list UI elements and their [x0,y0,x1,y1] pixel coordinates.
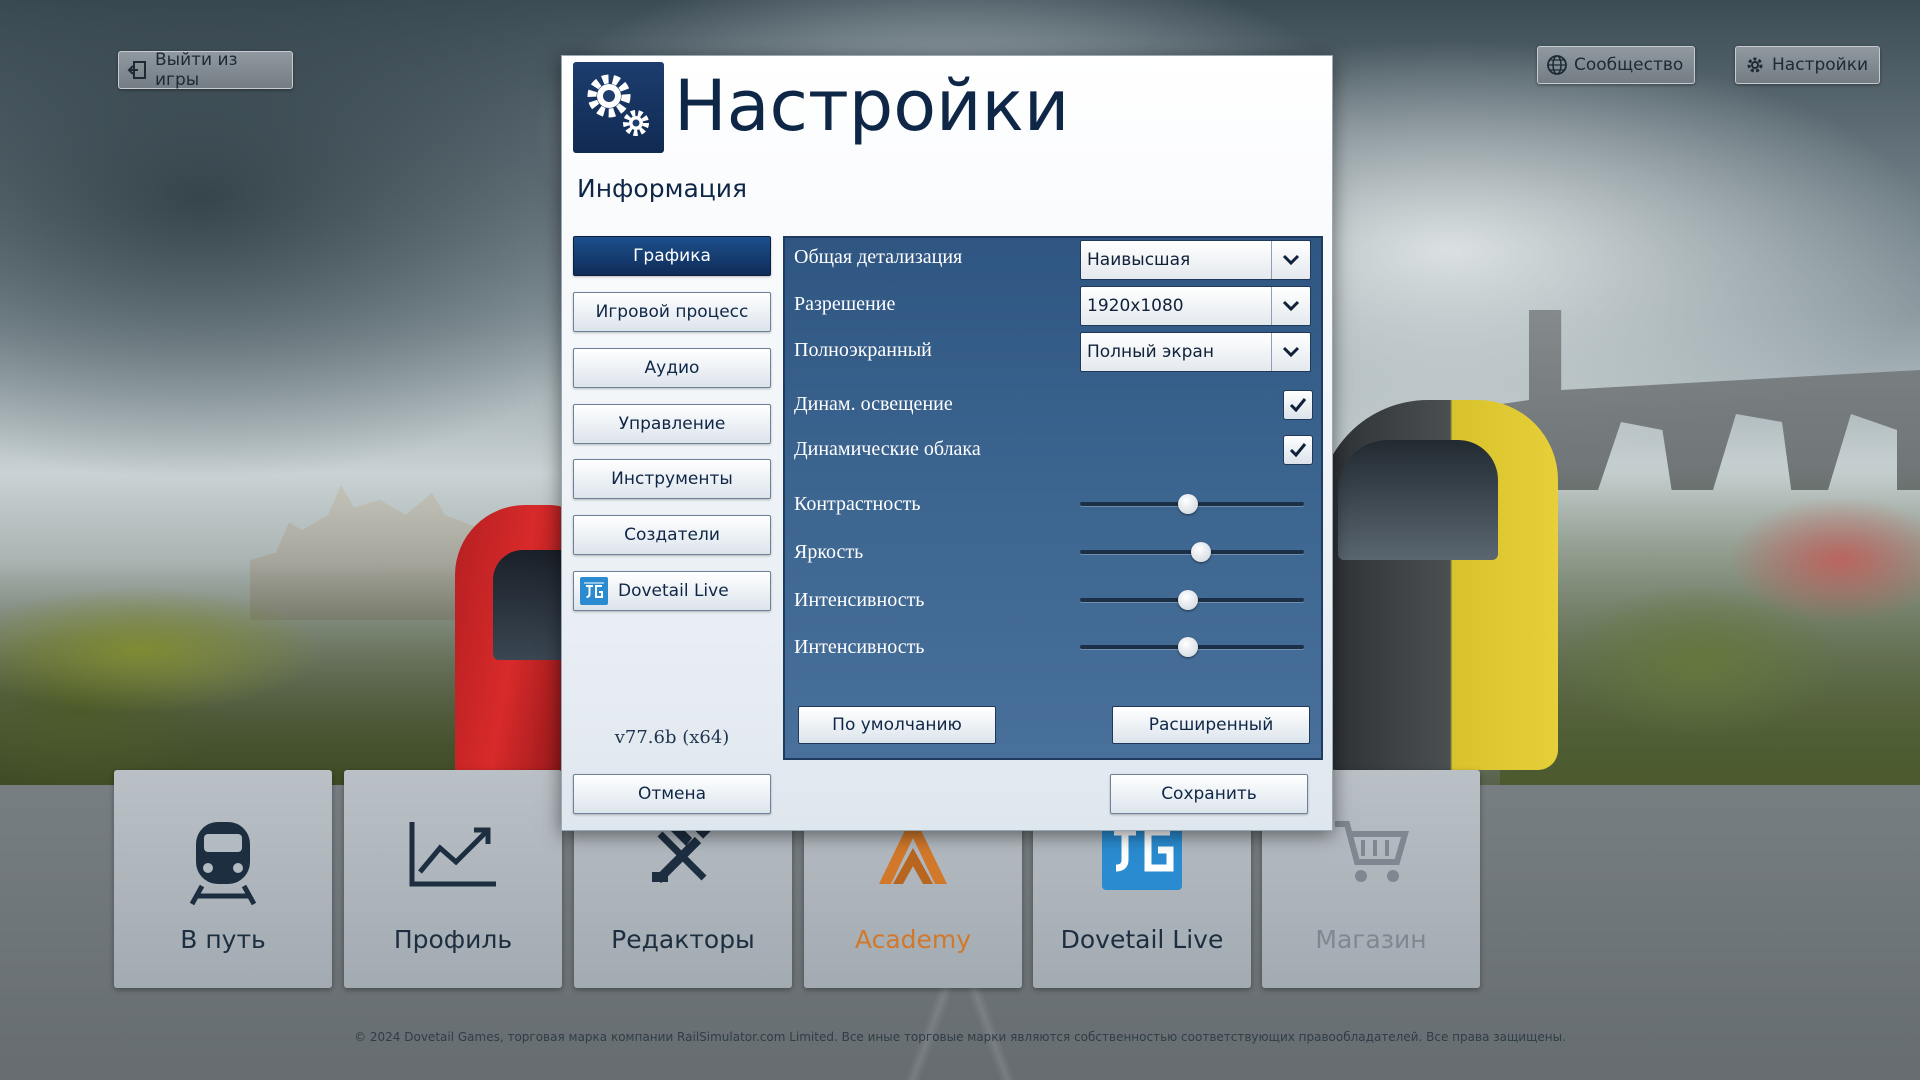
resolution-value: 1920x1080 [1087,296,1184,316]
copyright-text: © 2024 Dovetail Games, торговая марка ко… [354,1030,1566,1044]
save-button[interactable]: Сохранить [1110,774,1308,814]
version-text: v77.6b (x64) [614,727,730,748]
resolution-select[interactable]: 1920x1080 [1080,286,1311,326]
graphics-panel: Общая детализация Наивысшая Разрешение 1… [783,236,1323,760]
tab-dovetail-live-label: Dovetail Live [618,581,729,601]
checkmark-icon [1289,443,1307,458]
settings-dialog: Настройки Информация Графика Игровой про… [561,55,1333,831]
intensity-label-1: Интенсивность [794,589,925,611]
tools-icon [574,820,792,900]
detail-select[interactable]: Наивысшая [1080,240,1311,280]
resolution-label: Разрешение [794,293,896,315]
cancel-button[interactable]: Отмена [573,774,771,814]
chart-line-icon [344,820,562,900]
slider-knob[interactable] [1177,494,1198,514]
chevron-down-icon [1271,241,1310,279]
detail-value: Наивысшая [1087,250,1191,270]
community-button[interactable]: Сообщество [1537,46,1695,84]
flowers-right [1500,460,1920,790]
tab-controls[interactable]: Управление [573,404,771,444]
chevron-down-icon [1271,287,1310,325]
tab-credits[interactable]: Создатели [573,515,771,555]
settings-label: Настройки [1772,55,1869,75]
academy-logo [804,820,1022,900]
slider-knob[interactable] [1190,542,1211,562]
settings-button[interactable]: Настройки [1735,46,1880,84]
tile-label: Профиль [393,925,513,954]
train-icon [114,820,332,906]
slider-knob[interactable] [1177,637,1198,657]
exit-game-label: Выйти из игры [155,50,238,90]
intensity-label-2: Интенсивность [794,636,925,658]
tab-audio[interactable]: Аудио [573,348,771,388]
intensity-slider-1[interactable] [1080,588,1304,612]
exit-icon [127,59,149,81]
tile-label: Academy [854,925,972,954]
contrast-label: Контрастность [794,493,921,515]
fullscreen-value: Полный экран [1087,342,1214,362]
dyn-clouds-checkbox[interactable] [1283,435,1313,465]
gear-icon [1744,54,1766,76]
tab-tools[interactable]: Инструменты [573,459,771,499]
tab-gameplay[interactable]: Игровой процесс [573,292,771,332]
dialog-title: Настройки [674,65,1070,147]
settings-gears-icon [573,62,664,153]
dyn-lighting-label: Динам. освещение [794,393,953,415]
community-label: Сообщество [1574,55,1684,75]
intensity-slider-2[interactable] [1080,635,1304,659]
tile-label: Магазин [1315,925,1427,954]
tile-label: В путь [180,925,266,954]
tile-profile[interactable]: Профиль [344,770,562,988]
dialog-subtitle: Информация [577,174,748,203]
chevron-down-icon [1271,333,1310,371]
contrast-slider[interactable] [1080,492,1304,516]
checkmark-icon [1289,398,1307,413]
advanced-button[interactable]: Расширенный [1112,706,1310,744]
dyn-lighting-checkbox[interactable] [1283,390,1313,420]
dovetail-live-icon [580,577,608,605]
fullscreen-label: Полноэкранный [794,339,932,361]
globe-icon [1546,54,1568,76]
defaults-button[interactable]: По умолчанию [798,706,996,744]
slider-knob[interactable] [1177,590,1198,610]
detail-label: Общая детализация [794,246,963,268]
fullscreen-select[interactable]: Полный экран [1080,332,1311,372]
yellow-train [1318,400,1558,770]
tile-journey[interactable]: В путь [114,770,332,988]
tab-graphics[interactable]: Графика [573,236,771,276]
brightness-label: Яркость [794,541,864,563]
tile-label: Dovetail Live [1060,925,1224,954]
cart-icon [1262,820,1480,900]
exit-game-button[interactable]: Выйти из игры [118,50,293,90]
dyn-clouds-label: Динамические облака [794,438,981,460]
tab-dovetail-live[interactable]: Dovetail Live [573,571,771,611]
brightness-slider[interactable] [1080,540,1304,564]
tile-label: Редакторы [611,925,755,954]
